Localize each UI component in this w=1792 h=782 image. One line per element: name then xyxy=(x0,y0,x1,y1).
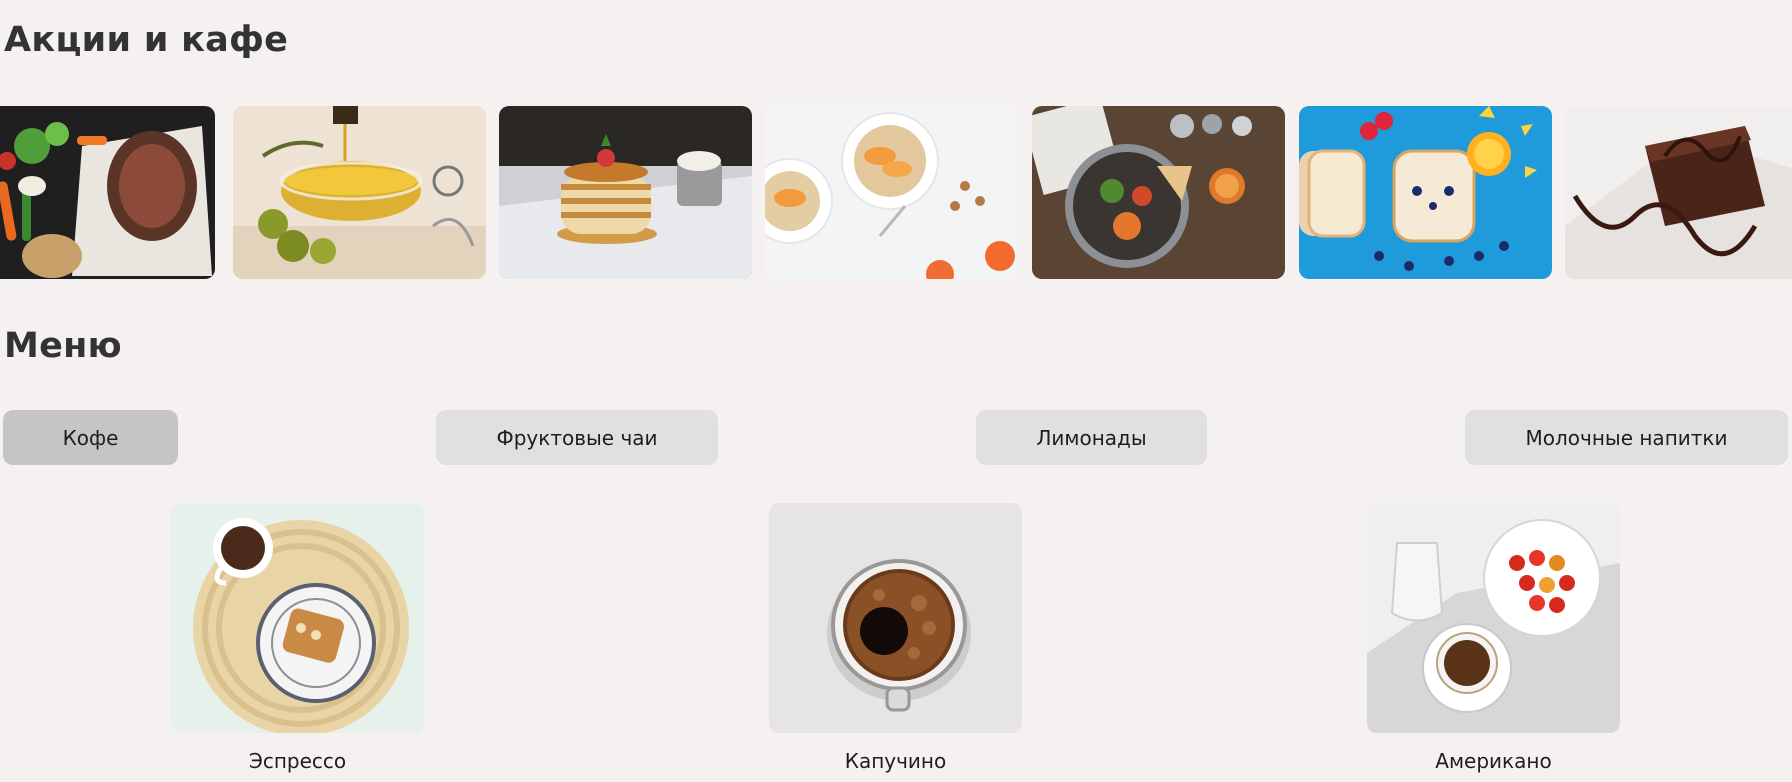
product-name: Капучино xyxy=(844,749,947,773)
promo-card-1[interactable] xyxy=(0,106,215,279)
product-photo[interactable] xyxy=(171,503,424,733)
product-photo[interactable] xyxy=(769,503,1022,733)
toast-face-photo xyxy=(1299,106,1552,279)
product-name: Эспрессо xyxy=(248,749,347,773)
oatmeal-bowls-photo xyxy=(765,106,1018,279)
page: Акции и кафе Меню Кофе Фруктовые чаи Лим… xyxy=(0,0,1792,782)
product-card-cappuccino[interactable]: Капучино xyxy=(769,503,1022,773)
tab-coffee[interactable]: Кофе xyxy=(3,410,178,465)
menu-section-title: Меню xyxy=(4,326,122,366)
tab-fruit-teas[interactable]: Фруктовые чаи xyxy=(436,410,718,465)
olive-oil-photo xyxy=(233,106,486,279)
promo-card-5[interactable] xyxy=(1032,106,1285,279)
tab-lemonades[interactable]: Лимонады xyxy=(976,410,1207,465)
promo-card-4[interactable] xyxy=(765,106,1018,279)
product-photo[interactable] xyxy=(1367,503,1620,733)
pancakes-photo xyxy=(499,106,752,279)
americano-photo xyxy=(1367,503,1620,733)
tab-milk-drinks[interactable]: Молочные напитки xyxy=(1465,410,1788,465)
steak-vegetables-photo xyxy=(0,106,215,279)
promo-card-7[interactable] xyxy=(1565,106,1792,279)
promo-card-3[interactable] xyxy=(499,106,752,279)
promo-carousel[interactable] xyxy=(0,106,1792,280)
promo-card-6[interactable] xyxy=(1299,106,1552,279)
cappuccino-photo xyxy=(769,503,1022,733)
chocolate-brownie-photo xyxy=(1565,106,1792,279)
promo-card-2[interactable] xyxy=(233,106,486,279)
product-card-espresso[interactable]: Эспрессо xyxy=(171,503,424,773)
promo-section-title: Акции и кафе xyxy=(4,20,289,60)
product-name: Американо xyxy=(1435,749,1552,773)
product-card-americano[interactable]: Американо xyxy=(1367,503,1620,773)
breakfast-table-photo xyxy=(1032,106,1285,279)
espresso-photo xyxy=(171,503,424,733)
